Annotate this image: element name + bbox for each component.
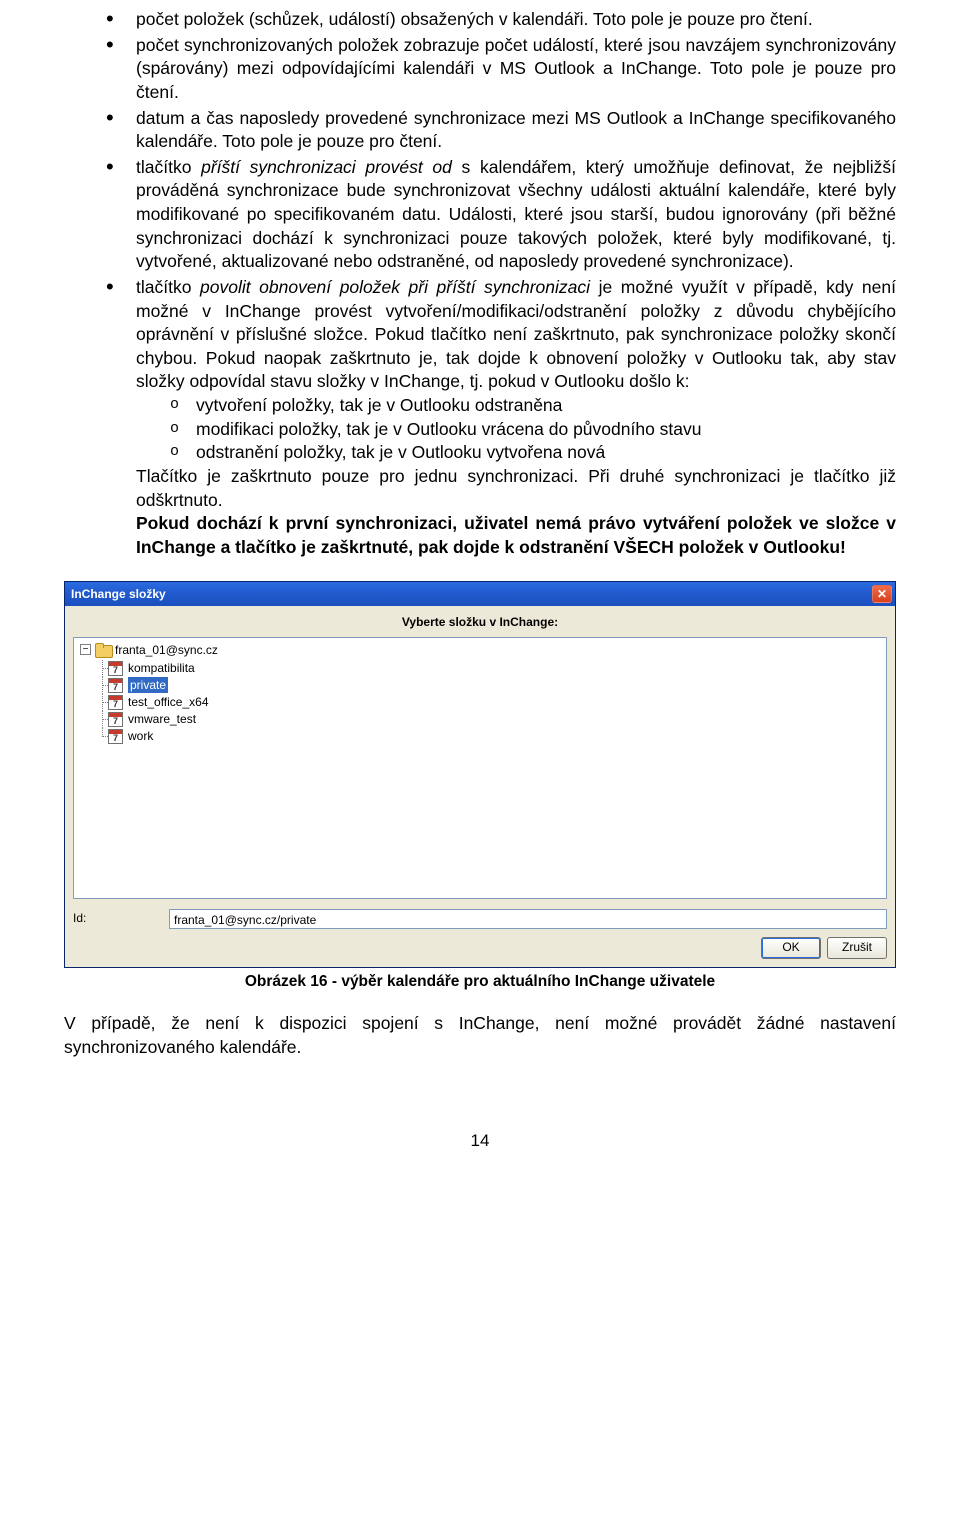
sub-item: modifikaci položky, tak je v Outlooku vr… xyxy=(170,418,896,442)
bullet-item: tlačítko povolit obnovení položek při př… xyxy=(106,276,896,560)
folder-icon xyxy=(95,643,111,656)
tree-root[interactable]: − franta_01@sync.cz xyxy=(80,642,880,658)
tree-item[interactable]: test_office_x64 xyxy=(98,694,880,711)
calendar-icon xyxy=(108,695,123,710)
dialog-heading: Vyberte složku v InChange: xyxy=(65,606,895,636)
tree-item-label: test_office_x64 xyxy=(128,694,209,710)
calendar-icon xyxy=(108,712,123,727)
warning-text: Pokud dochází k první synchronizaci, uži… xyxy=(136,512,896,559)
sub-list: vytvoření položky, tak je v Outlooku ods… xyxy=(136,394,896,465)
tree-item-label: private xyxy=(128,677,168,693)
ok-button[interactable]: OK xyxy=(761,937,821,959)
closing-paragraph: V případě, že není k dispozici spojení s… xyxy=(64,1012,896,1059)
tree-item[interactable]: work xyxy=(98,728,880,745)
tree-item-label: vmware_test xyxy=(128,711,196,727)
page-number: 14 xyxy=(64,1130,896,1153)
emphasis: povolit obnovení položek při příští sync… xyxy=(200,277,590,297)
window-title: InChange složky xyxy=(71,586,166,602)
tree-item[interactable]: private xyxy=(98,677,880,694)
bullet-item: počet položek (schůzek, událostí) obsaže… xyxy=(106,8,896,32)
figure-caption: Obrázek 16 - výběr kalendáře pro aktuáln… xyxy=(64,972,896,993)
folder-tree[interactable]: − franta_01@sync.cz kompatibilita privat… xyxy=(73,637,887,899)
id-label: Id: xyxy=(73,910,163,926)
text: tlačítko xyxy=(136,277,200,297)
text: Tlačítko je zaškrtnuto pouze pro jednu s… xyxy=(136,465,896,512)
bullet-item: počet synchronizovaných položek zobrazuj… xyxy=(106,34,896,105)
bullet-item: tlačítko příští synchronizaci provést od… xyxy=(106,156,896,274)
sub-item: odstranění položky, tak je v Outlooku vy… xyxy=(170,441,896,465)
text: tlačítko xyxy=(136,157,201,177)
tree-children: kompatibilita private test_office_x64 xyxy=(80,660,880,745)
dialog-window: InChange složky ✕ Vyberte složku v InCha… xyxy=(64,581,896,967)
titlebar[interactable]: InChange složky ✕ xyxy=(65,582,895,606)
cancel-button[interactable]: Zrušit xyxy=(827,937,887,959)
tree-item[interactable]: kompatibilita xyxy=(98,660,880,677)
bullet-list: počet položek (schůzek, událostí) obsaže… xyxy=(64,8,896,559)
tree-item-label: kompatibilita xyxy=(128,660,195,676)
calendar-icon xyxy=(108,678,123,693)
close-icon[interactable]: ✕ xyxy=(872,585,892,603)
collapse-icon[interactable]: − xyxy=(80,644,91,655)
calendar-icon xyxy=(108,661,123,676)
sub-item: vytvoření položky, tak je v Outlooku ods… xyxy=(170,394,896,418)
bullet-item: datum a čas naposledy provedené synchron… xyxy=(106,107,896,154)
dialog-screenshot: InChange složky ✕ Vyberte složku v InCha… xyxy=(64,581,896,967)
id-field[interactable]: franta_01@sync.cz/private xyxy=(169,909,887,929)
tree-item-label: work xyxy=(128,728,153,744)
tree-root-label: franta_01@sync.cz xyxy=(115,642,218,658)
calendar-icon xyxy=(108,729,123,744)
emphasis: příští synchronizaci provést od xyxy=(201,157,452,177)
tree-item[interactable]: vmware_test xyxy=(98,711,880,728)
